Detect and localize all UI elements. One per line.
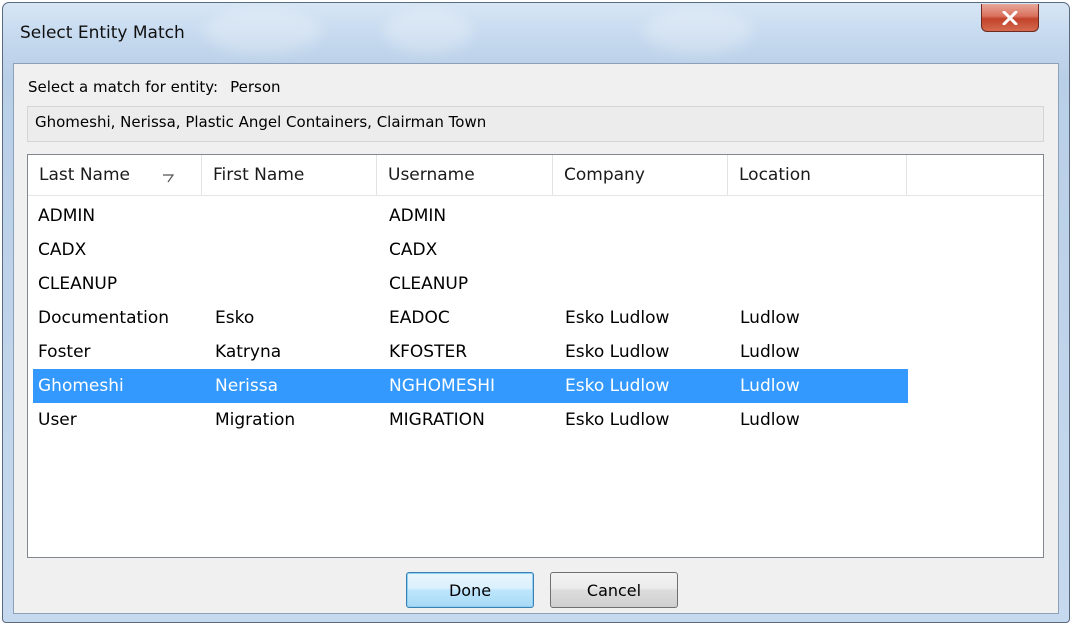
table-row[interactable]: User Migration MIGRATION Esko Ludlow Lud… <box>28 403 908 437</box>
column-header-last-name[interactable]: Last Name <box>28 155 202 195</box>
column-header-label: Last Name <box>39 165 130 185</box>
cell-last-name: Documentation <box>38 308 170 328</box>
cell-first-name: Esko <box>215 308 255 328</box>
cell-last-name: Foster <box>38 342 91 362</box>
column-header-label: First Name <box>213 165 305 185</box>
table-row-selected[interactable]: Ghomeshi Nerissa NGHOMESHI Esko Ludlow L… <box>33 369 908 403</box>
done-button[interactable]: Done <box>406 572 534 608</box>
column-header-location[interactable]: Location <box>728 155 907 195</box>
cell-last-name: ADMIN <box>38 206 96 226</box>
column-header-company[interactable]: Company <box>553 155 728 195</box>
cell-location: Ludlow <box>740 342 800 362</box>
column-header-first-name[interactable]: First Name <box>202 155 377 195</box>
prompt-row: Select a match for entity: Person <box>28 78 281 96</box>
cell-company: Esko Ludlow <box>565 342 670 362</box>
column-header-label: Username <box>388 165 475 185</box>
title-bar-glow <box>643 9 753 53</box>
cell-username: NGHOMESHI <box>389 376 496 396</box>
column-header-label: Location <box>739 165 811 185</box>
close-icon <box>1002 10 1018 25</box>
cell-username: ADMIN <box>389 206 447 226</box>
cell-username: EADOC <box>389 308 450 328</box>
close-button[interactable] <box>981 4 1039 32</box>
list-header: Last Name First Name Username Company Lo… <box>28 155 1043 196</box>
entity-match-list[interactable]: Last Name First Name Username Company Lo… <box>27 154 1044 558</box>
entity-type-value: Person <box>230 78 281 96</box>
cell-username: CLEANUP <box>389 274 469 294</box>
cell-location: Ludlow <box>740 376 800 396</box>
table-row[interactable]: Foster Katryna KFOSTER Esko Ludlow Ludlo… <box>28 335 908 369</box>
window-title: Select Entity Match <box>20 23 185 43</box>
cell-company: Esko Ludlow <box>565 376 670 396</box>
table-row[interactable]: CADX CADX <box>28 233 908 267</box>
cell-company: Esko Ludlow <box>565 410 670 430</box>
column-header-label: Company <box>564 165 645 185</box>
title-bar-glow <box>383 9 473 53</box>
cell-last-name: Ghomeshi <box>38 376 124 396</box>
cell-username: MIGRATION <box>389 410 485 430</box>
sort-descending-icon <box>162 169 175 189</box>
cell-first-name: Katryna <box>215 342 282 362</box>
cancel-button[interactable]: Cancel <box>550 572 678 608</box>
cell-username: KFOSTER <box>389 342 468 362</box>
table-row[interactable]: Documentation Esko EADOC Esko Ludlow Lud… <box>28 301 908 335</box>
cell-last-name: CLEANUP <box>38 274 118 294</box>
column-header-username[interactable]: Username <box>377 155 553 195</box>
table-row[interactable]: ADMIN ADMIN <box>28 199 908 233</box>
title-bar[interactable]: Select Entity Match <box>3 3 1069 63</box>
cell-first-name: Migration <box>215 410 296 430</box>
title-bar-glow <box>203 9 323 53</box>
cell-location: Ludlow <box>740 308 800 328</box>
cell-location: Ludlow <box>740 410 800 430</box>
cell-last-name: User <box>38 410 77 430</box>
dialog-client-area: Select a match for entity: Person Ghomesh… <box>13 63 1059 614</box>
cell-last-name: CADX <box>38 240 87 260</box>
table-row[interactable]: CLEANUP CLEANUP <box>28 267 908 301</box>
cell-username: CADX <box>389 240 438 260</box>
entity-description-field: Ghomeshi, Nerissa, Plastic Angel Contain… <box>27 106 1044 142</box>
cell-first-name: Nerissa <box>215 376 279 396</box>
dialog-window: Select Entity Match Select a match for e… <box>2 2 1070 623</box>
cell-company: Esko Ludlow <box>565 308 670 328</box>
prompt-label: Select a match for entity: <box>28 78 219 96</box>
